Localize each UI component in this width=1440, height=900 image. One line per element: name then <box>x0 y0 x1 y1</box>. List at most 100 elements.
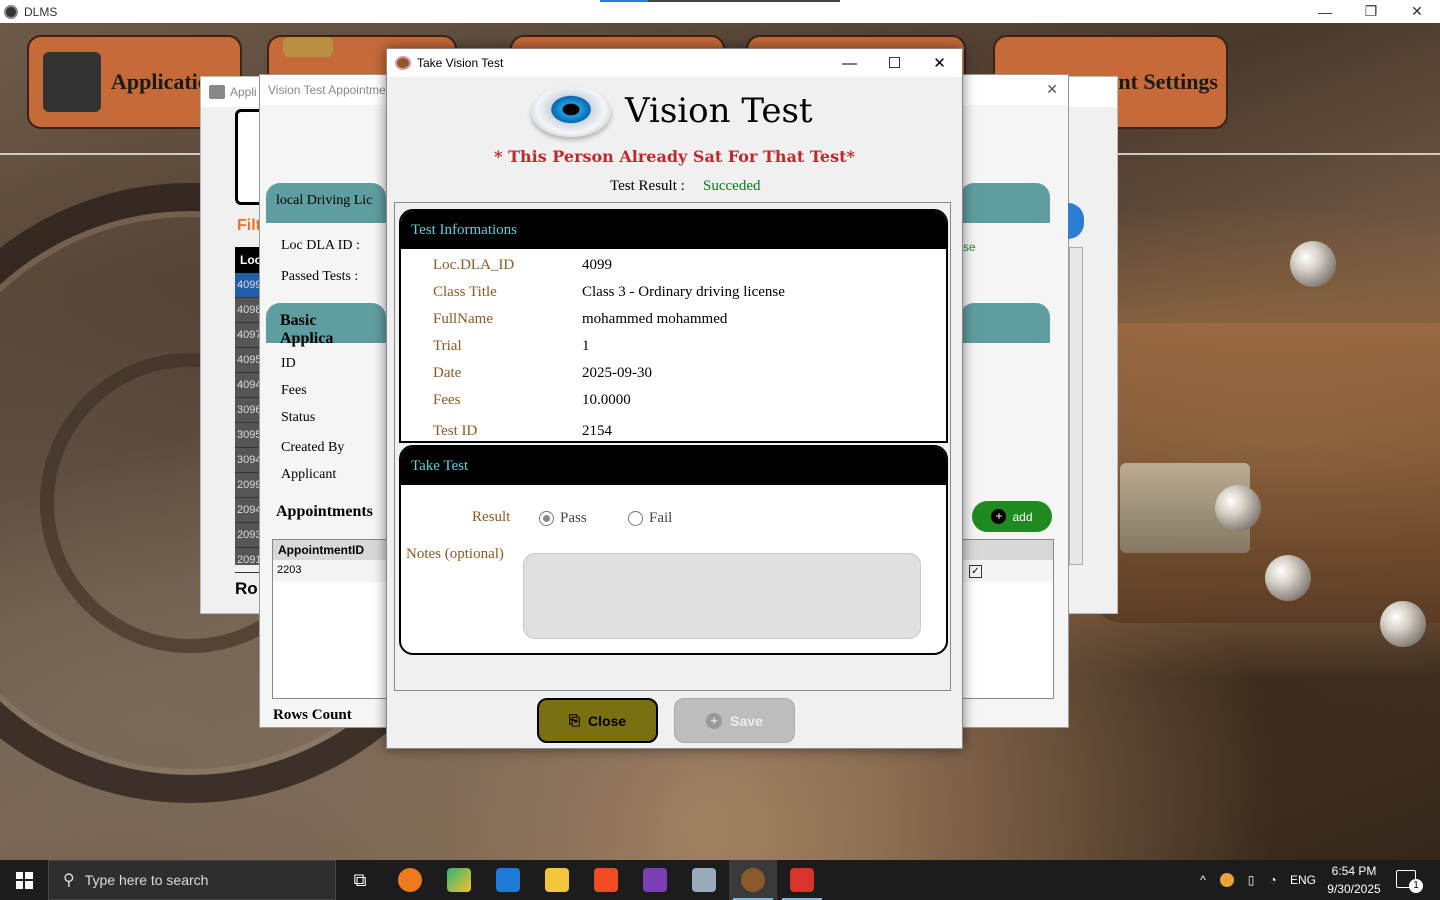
exit-door-icon: ⎘ <box>568 712 581 728</box>
list-item[interactable]: 3094 <box>235 448 261 473</box>
already-sat-warning: * This Person Already Sat For That Test* <box>494 147 855 166</box>
wallpaper-knob <box>1265 555 1311 601</box>
list-item[interactable]: 2099 <box>235 473 261 498</box>
filter-label: Filt <box>237 217 261 234</box>
take-test-header: Take Test <box>401 447 946 485</box>
info-value: 4099 <box>582 257 612 273</box>
account-settings-menu-label: nt Settings <box>1118 69 1218 94</box>
start-button[interactable] <box>0 860 48 900</box>
info-label: Trial <box>433 338 462 354</box>
close-button[interactable]: ⎘ Close <box>537 698 658 743</box>
app-title-bar: DLMS — ❐ ✕ <box>0 0 1440 23</box>
applications-menu-label: Applicatio <box>111 69 209 94</box>
taskbar-app[interactable] <box>680 860 728 900</box>
app-minimize-button[interactable]: — <box>1302 0 1348 23</box>
info-label: Fees <box>433 392 461 408</box>
dialog-app-icon <box>395 56 411 70</box>
pass-radio-label: Pass <box>560 510 587 526</box>
wifi-icon[interactable]: ◔ <box>1262 873 1284 887</box>
fail-radio-label: Fail <box>649 510 673 526</box>
loc-dla-id-label: Loc DLA ID : <box>281 238 360 253</box>
list-item[interactable]: 4098 <box>235 298 261 323</box>
chevron-up-icon[interactable]: ^ <box>1192 873 1214 887</box>
language-indicator[interactable]: ENG <box>1290 873 1316 887</box>
vision-appointments-close-icon[interactable]: ✕ <box>1046 81 1058 98</box>
windows-logo-icon <box>15 871 33 889</box>
list-item[interactable]: 4095 <box>235 348 261 373</box>
tray-app-icon[interactable] <box>1220 873 1234 887</box>
app-title: DLMS <box>24 4 58 19</box>
save-button[interactable]: + Save <box>674 698 795 743</box>
task-view-button[interactable]: ⧉ <box>336 860 384 900</box>
clock-time: 6:54 PM <box>1331 864 1377 878</box>
file-explorer-icon <box>545 868 569 892</box>
field-status-label: Status <box>281 410 316 425</box>
list-item[interactable]: 2094 <box>235 498 261 523</box>
dialog-close-button[interactable]: ✕ <box>917 49 962 77</box>
save-button-label: Save <box>730 712 763 729</box>
info-value: 2025-09-30 <box>582 365 652 381</box>
notes-textarea[interactable] <box>523 553 921 639</box>
radio-empty-icon <box>628 511 643 526</box>
list-header: Loc <box>235 247 261 273</box>
add-button-label: add <box>1012 509 1033 524</box>
test-info-header: Test Informations <box>401 211 946 249</box>
list-item[interactable]: 4097 <box>235 323 261 348</box>
taskbar-clock[interactable]: 6:54 PM 9/30/2025 <box>1322 862 1386 898</box>
taskbar-app[interactable] <box>631 860 679 900</box>
dialog-maximize-button[interactable]: ☐ <box>872 49 917 77</box>
field-fees-label: Fees <box>281 383 307 398</box>
dialog-minimize-button[interactable]: — <box>827 49 872 77</box>
window-icon <box>209 85 225 99</box>
battery-icon[interactable]: ▯ <box>1240 873 1262 887</box>
taskbar-app[interactable] <box>386 860 434 900</box>
taskbar-app[interactable] <box>435 860 483 900</box>
list-item[interactable]: 4099 <box>235 273 261 298</box>
taskbar-app-active[interactable] <box>729 860 777 900</box>
list-scrollbar[interactable] <box>1069 247 1083 565</box>
taskbar-app[interactable] <box>533 860 581 900</box>
info-label: Class Title <box>433 284 497 300</box>
rows-count-label: Rows Count <box>273 707 352 723</box>
app-maximize-button[interactable]: ❐ <box>1348 0 1394 23</box>
vision-test-heading: Vision Test <box>625 91 813 131</box>
wallpaper-knob <box>1380 601 1426 647</box>
radio-selected-icon <box>539 511 554 526</box>
info-value: Class 3 - Ordinary driving license <box>582 284 785 300</box>
local-license-header: local Driving Lic <box>266 183 386 223</box>
visual-studio-icon <box>643 868 667 892</box>
rows-label: Ro <box>235 579 258 598</box>
info-label: Loc.DLA_ID <box>433 257 515 273</box>
list-item[interactable]: 2093 <box>235 523 261 548</box>
info-label: FullName <box>433 311 493 327</box>
app-close-button[interactable]: ✕ <box>1394 0 1440 23</box>
notification-count-badge: 1 <box>1409 879 1423 893</box>
wallpaper-knob <box>1215 485 1261 531</box>
taskbar-app[interactable] <box>484 860 532 900</box>
locked-checkbox[interactable]: ✓ <box>969 565 982 578</box>
vision-appointments-title: Vision Test Appointme <box>268 83 386 97</box>
field-id-label: ID <box>281 356 296 371</box>
taskbar-app[interactable] <box>582 860 630 900</box>
passed-tests-label: Passed Tests : <box>281 269 359 284</box>
notification-icon[interactable]: 1 <box>1396 870 1423 893</box>
info-label: Date <box>433 365 462 381</box>
eye-icon <box>531 87 611 137</box>
list-item[interactable]: 4094 <box>235 373 261 398</box>
side-link-text: se <box>963 240 976 254</box>
applications-list: 4099 4098 4097 4095 4094 3096 3095 3094 … <box>235 273 261 573</box>
take-vision-test-dialog: Take Vision Test — ☐ ✕ Vision Test * Thi… <box>386 48 963 749</box>
info-label: Test ID <box>433 423 478 439</box>
dialog-header: Vision Test * This Person Already Sat Fo… <box>387 77 962 201</box>
sublime-app-icon <box>398 868 422 892</box>
add-appointment-button[interactable]: + add <box>972 501 1052 532</box>
list-item[interactable]: 3095 <box>235 423 261 448</box>
taskbar-app-active[interactable] <box>778 860 826 900</box>
taskbar-search-box[interactable]: ⚲ Type here to search <box>48 860 336 900</box>
list-item[interactable]: 2091 <box>235 548 261 573</box>
fail-radio[interactable]: Fail <box>628 510 672 527</box>
list-item[interactable]: 3096 <box>235 398 261 423</box>
plus-circle-icon: + <box>706 712 723 729</box>
search-icon: ⚲ <box>63 872 75 889</box>
pass-radio[interactable]: Pass <box>539 510 587 527</box>
